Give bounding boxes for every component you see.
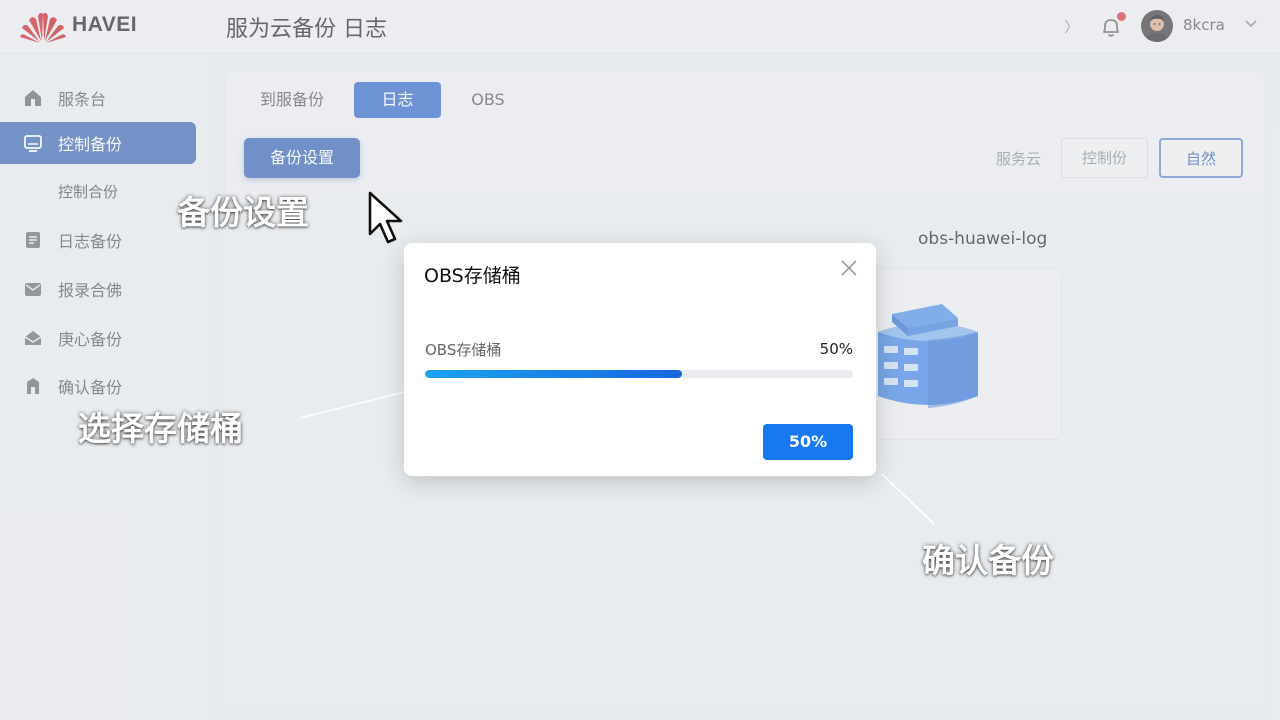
progress-percent: 50% [819,340,853,358]
progress-fill [425,370,682,378]
close-icon[interactable] [840,259,858,277]
mouse-pointer-icon [368,191,403,244]
annotation-backup-settings: 备份设置 [177,193,309,232]
dialog-title: OBS存储桶 [424,265,521,287]
progress-label: OBS存储桶 [425,341,502,359]
annotation-select-bucket: 选择存储桶 [78,409,243,448]
obs-bucket-dialog: OBS存储桶 OBS存储桶 50% 50% [404,243,876,476]
progress-bar [425,370,853,378]
annotation-confirm-backup: 确认备份 [922,541,1054,580]
confirm-button[interactable]: 50% [763,424,853,460]
